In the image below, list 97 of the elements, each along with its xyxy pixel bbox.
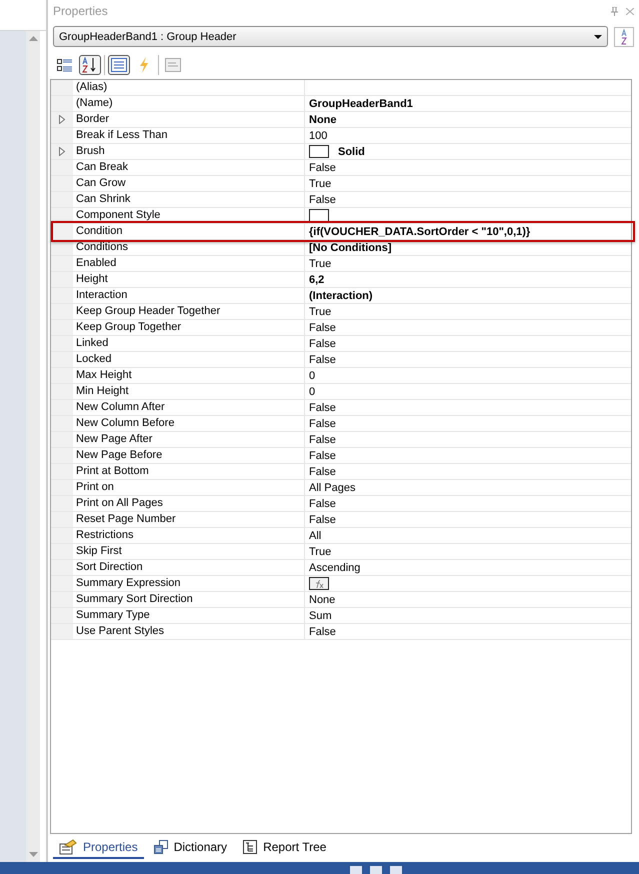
database-icon	[154, 840, 168, 854]
property-value: False	[309, 162, 336, 174]
property-name: Summary Type	[73, 608, 305, 623]
panel-title: Properties	[53, 4, 108, 18]
property-name: Min Height	[73, 384, 305, 399]
property-name: Component Style	[73, 208, 305, 223]
function-icon	[314, 580, 324, 588]
property-value: 0	[309, 386, 316, 398]
property-value: False	[309, 338, 336, 350]
property-name: Keep Group Together	[73, 320, 305, 335]
property-value: True	[309, 546, 332, 558]
property-name: Interaction	[73, 288, 305, 303]
object-dropdown[interactable]: GroupHeaderBand1 : Group Header	[53, 26, 608, 47]
property-name: New Column After	[73, 400, 305, 415]
property-name: Keep Group Header Together	[73, 304, 305, 319]
property-value: False	[309, 498, 336, 510]
property-name: New Page After	[73, 432, 305, 447]
property-value: (Interaction)	[309, 290, 373, 302]
property-value: False	[309, 354, 336, 366]
property-value: Solid	[338, 146, 365, 158]
expression-button[interactable]	[309, 577, 329, 590]
property-value: False	[309, 322, 336, 334]
property-name: Use Parent Styles	[73, 624, 305, 639]
dropdown-arrow-icon	[594, 34, 602, 38]
color-swatch	[309, 209, 329, 222]
property-value: False	[309, 402, 336, 414]
alphabetical-button[interactable]	[79, 55, 101, 75]
property-name: Brush	[73, 144, 305, 159]
scroll-down-icon[interactable]	[28, 852, 38, 857]
property-value: False	[309, 466, 336, 478]
property-name: Summary Sort Direction	[73, 592, 305, 607]
property-name: Sort Direction	[73, 560, 305, 575]
scrollbar[interactable]	[26, 31, 40, 862]
property-value: False	[309, 418, 336, 430]
property-value: False	[309, 434, 336, 446]
pin-icon[interactable]	[611, 6, 618, 16]
property-value: [No Conditions]	[309, 242, 392, 254]
property-value: True	[309, 306, 332, 318]
categorized-icon	[57, 58, 73, 72]
property-value: False	[309, 194, 336, 206]
property-name: (Name)	[73, 96, 305, 111]
panel-tab[interactable]: Properties	[53, 837, 144, 859]
property-value: All	[309, 530, 322, 542]
property-name: New Page Before	[73, 448, 305, 463]
property-name: Locked	[73, 352, 305, 367]
panel-tab[interactable]: Report Tree	[237, 837, 332, 859]
property-value: False	[309, 450, 336, 462]
sort-az-icon	[621, 28, 627, 44]
property-value: 100	[309, 130, 328, 142]
property-name: Print on All Pages	[73, 496, 305, 511]
property-name: Can Shrink	[73, 192, 305, 207]
expand-arrow-icon[interactable]	[59, 115, 65, 124]
property-value: True	[309, 258, 332, 270]
properties-button[interactable]	[108, 55, 130, 75]
property-value: GroupHeaderBand1	[309, 98, 413, 110]
property-name: Conditions	[73, 240, 305, 255]
sort-button[interactable]	[614, 26, 634, 46]
tree-icon	[243, 840, 258, 854]
property-name: Summary Expression	[73, 576, 305, 591]
property-name: Linked	[73, 336, 305, 351]
panel-tab[interactable]: Dictionary	[148, 837, 234, 859]
property-name: Skip First	[73, 544, 305, 559]
property-value: 6,2	[309, 274, 324, 286]
property-list-icon	[111, 58, 127, 72]
property-value: True	[309, 178, 332, 190]
property-name: Print on	[73, 480, 305, 495]
close-icon[interactable]	[626, 8, 634, 14]
property-name: Can Grow	[73, 176, 305, 191]
property-name: Reset Page Number	[73, 512, 305, 527]
property-pages-icon	[165, 58, 181, 72]
lightning-icon	[139, 57, 149, 73]
property-value: False	[309, 514, 336, 526]
property-name: Height	[73, 272, 305, 287]
properties-icon	[59, 839, 77, 855]
property-name: Break if Less Than	[73, 128, 305, 143]
property-name: Can Break	[73, 160, 305, 175]
property-value: 0	[309, 370, 316, 382]
property-name: (Alias)	[73, 80, 305, 95]
property-name: Restrictions	[73, 528, 305, 543]
sort-az-icon	[82, 57, 98, 73]
property-name: Border	[73, 112, 305, 127]
page-button[interactable]	[162, 55, 184, 75]
property-name: Condition	[73, 224, 305, 239]
property-value: Ascending	[309, 562, 360, 574]
property-name: Max Height	[73, 368, 305, 383]
scroll-up-icon[interactable]	[28, 36, 38, 41]
property-value: None	[309, 114, 336, 126]
property-value: Sum	[309, 610, 332, 622]
property-value: All Pages	[309, 482, 356, 494]
property-value: False	[309, 626, 336, 638]
color-swatch	[309, 145, 329, 158]
property-name: New Column Before	[73, 416, 305, 431]
property-value: {if(VOUCHER_DATA.SortOrder < "10",0,1)}	[309, 226, 530, 238]
property-name: Enabled	[73, 256, 305, 271]
expand-arrow-icon[interactable]	[59, 147, 65, 156]
property-value: None	[309, 594, 336, 606]
property-name: Print at Bottom	[73, 464, 305, 479]
